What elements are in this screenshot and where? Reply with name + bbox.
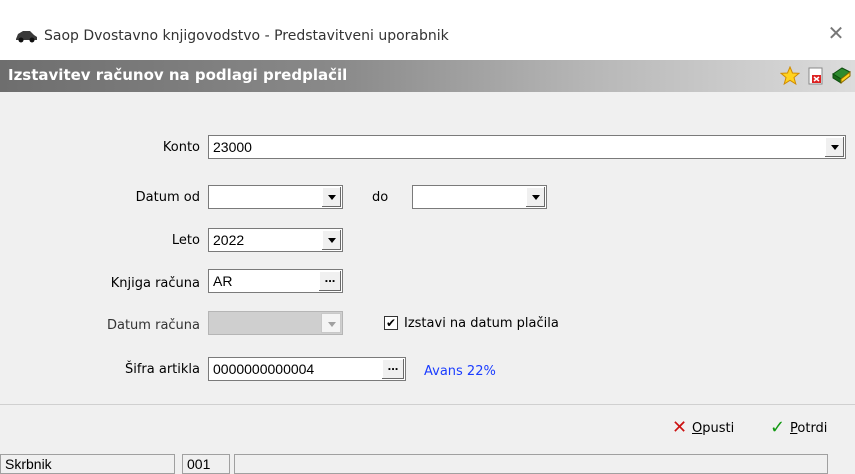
status-user: Skrbnik — [0, 454, 175, 474]
datum-racuna-label: Datum računa — [106, 318, 200, 333]
datum-do-select[interactable] — [412, 185, 547, 209]
cancel-x-icon: ✕ — [672, 417, 688, 438]
knjiga-value: AR — [213, 273, 233, 289]
cancel-label: Opusti — [692, 421, 735, 436]
konto-value: 23000 — [213, 139, 252, 155]
datum-od-select[interactable] — [208, 185, 343, 209]
confirm-button[interactable]: ✓ Potrdi — [770, 419, 850, 441]
title-bar: Saop Dvostavno knjigovodstvo - Predstavi… — [0, 0, 855, 60]
app-car-icon — [14, 28, 38, 47]
form-area: Konto 23000 Datum od do Leto 2022 Knjiga… — [0, 92, 855, 404]
konto-select[interactable]: 23000 — [208, 135, 846, 159]
datum-do-label: do — [372, 190, 389, 205]
sifra-value: 0000000000004 — [213, 361, 315, 377]
izstavi-checkbox[interactable]: ✔ — [384, 316, 398, 330]
button-bar: ✕ Opusti ✓ Potrdi — [0, 404, 855, 450]
confirm-label: Potrdi — [790, 421, 828, 436]
confirm-check-icon: ✓ — [770, 417, 786, 438]
leto-value: 2022 — [213, 232, 245, 248]
window-title: Saop Dvostavno knjigovodstvo - Predstavi… — [44, 28, 449, 44]
status-extra — [234, 454, 828, 474]
sifra-label: Šifra artikla — [124, 362, 200, 377]
sifra-field[interactable]: 0000000000004 ... — [208, 357, 406, 381]
chevron-down-icon — [321, 313, 341, 333]
chevron-down-icon[interactable] — [321, 230, 341, 250]
close-icon[interactable]: ✕ — [825, 22, 847, 44]
star-icon[interactable] — [779, 65, 801, 86]
knjiga-field[interactable]: AR ... — [208, 269, 343, 293]
datum-racuna-select — [208, 311, 343, 335]
konto-label: Konto — [162, 140, 200, 155]
status-bar: Skrbnik 001 — [0, 452, 855, 474]
chevron-down-icon[interactable] — [321, 187, 341, 207]
cancel-button[interactable]: ✕ Opusti — [672, 419, 752, 441]
form-title: Izstavitev računov na podlagi predplačil — [8, 66, 348, 84]
article-description: Avans 22% — [424, 364, 496, 379]
chevron-down-icon[interactable] — [525, 187, 545, 207]
browse-button[interactable]: ... — [319, 271, 341, 291]
leto-select[interactable]: 2022 — [208, 228, 343, 252]
izstavi-label[interactable]: Izstavi na datum plačila — [404, 316, 559, 331]
knjiga-label: Knjiga računa — [110, 276, 200, 291]
leto-label: Leto — [171, 233, 200, 248]
pdf-icon[interactable] — [806, 66, 826, 86]
chevron-down-icon[interactable] — [824, 137, 844, 157]
datum-od-label: Datum od — [135, 190, 200, 205]
book-icon[interactable] — [830, 66, 851, 86]
status-code: 001 — [182, 454, 230, 474]
browse-button[interactable]: ... — [382, 359, 404, 379]
form-header: Izstavitev računov na podlagi predplačil — [0, 60, 855, 92]
